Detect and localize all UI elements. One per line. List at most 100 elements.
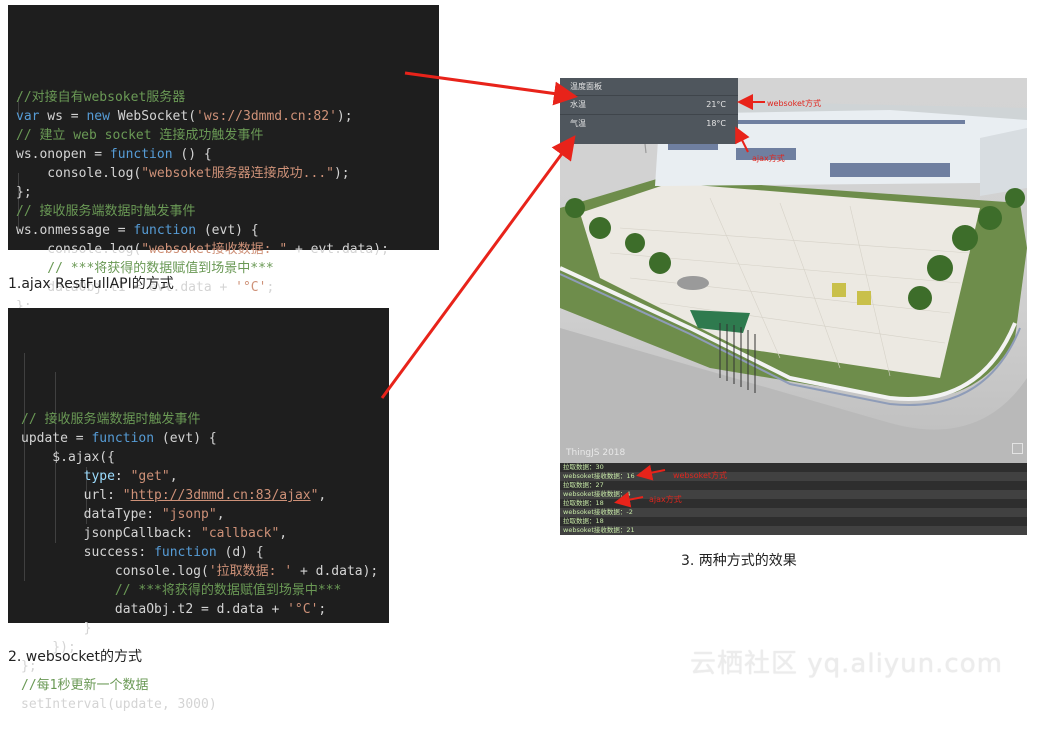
code-string: "websoket接收数据: " bbox=[141, 242, 288, 257]
code-text: dataType: bbox=[21, 507, 162, 522]
code-text: $.ajax({ bbox=[21, 450, 115, 465]
code-text: ); bbox=[333, 166, 350, 181]
watermark: 云栖社区 yq.aliyun.com bbox=[690, 649, 1003, 679]
code-text: console.log( bbox=[16, 166, 142, 181]
forklift bbox=[857, 291, 871, 305]
code-text: success: bbox=[21, 545, 155, 560]
panel-row-value: 18°C bbox=[706, 119, 726, 128]
code-line: }; bbox=[16, 183, 439, 202]
fullscreen-icon[interactable] bbox=[1012, 443, 1023, 454]
code-text: (d) { bbox=[216, 545, 264, 560]
code-comment: // 接收服务端数据时触发事件 bbox=[16, 204, 196, 219]
code-line: update = function (evt) { bbox=[21, 429, 389, 448]
code-lines: // 接收服务端数据时触发事件 update = function (evt) {… bbox=[21, 410, 389, 714]
code-string: 'ws://3dmmd.cn:82' bbox=[196, 109, 337, 124]
code-keyword: function bbox=[91, 431, 155, 446]
code-text: WebSocket( bbox=[109, 109, 197, 124]
code-line: dataObj.t2 = d.data + '°C'; bbox=[21, 600, 389, 619]
code-string: "websoket服务器连接成功..." bbox=[141, 166, 334, 181]
log-row: websoket接收数据：4 bbox=[560, 490, 1027, 499]
code-string: "get" bbox=[130, 469, 170, 484]
code-line: success: function (d) { bbox=[21, 543, 389, 562]
code-line: } bbox=[21, 619, 389, 638]
code-text: ; bbox=[318, 602, 327, 617]
code-keyword: var bbox=[16, 109, 40, 124]
temperature-panel: 温度面板 水温 21°C 气温 18°C bbox=[560, 78, 738, 144]
code-string[interactable]: http://3dmmd.cn:83/ajax bbox=[131, 488, 311, 503]
code-string: "callback" bbox=[201, 526, 280, 541]
code-text: ; bbox=[266, 280, 275, 295]
code-block-ajax: // 接收服务端数据时触发事件 update = function (evt) {… bbox=[8, 308, 389, 712]
code-text: , bbox=[216, 507, 225, 522]
code-block-websocket: //对接自有websoket服务器 var ws = new WebSocket(… bbox=[8, 5, 439, 314]
code-line: dataType: "jsonp", bbox=[21, 505, 389, 524]
log-row: websoket接收数据：16 bbox=[560, 472, 1027, 481]
code-text: }; bbox=[16, 185, 32, 200]
annotation-websocket: websoket方式 bbox=[767, 99, 822, 108]
scene-screenshot: 温度面板 水温 21°C 气温 18°C websoket方式 ajax方式 T… bbox=[560, 78, 1027, 535]
code-text: : bbox=[114, 469, 131, 484]
forklift bbox=[832, 283, 846, 297]
annotation-ajax: ajax方式 bbox=[752, 154, 785, 163]
code-line: console.log("websoket接收数据: " + evt.data)… bbox=[16, 240, 439, 259]
code-line: //每1秒更新一个数据 bbox=[21, 676, 389, 695]
code-keyword: function bbox=[109, 147, 173, 162]
code-text: ); bbox=[336, 109, 353, 124]
code-line: setInterval(update, 3000) bbox=[21, 695, 389, 714]
panel-row-value: 21°C bbox=[706, 100, 726, 109]
code-text: , bbox=[279, 526, 288, 541]
code-line: $.ajax({ bbox=[21, 448, 389, 467]
code-line: console.log("websoket服务器连接成功..."); bbox=[16, 164, 439, 183]
log-annotation-websocket: websoket方式 bbox=[673, 471, 728, 480]
code-text: , bbox=[169, 469, 178, 484]
code-text: (evt) { bbox=[154, 431, 217, 446]
code-text: update = bbox=[21, 431, 92, 446]
caption-ajax: 1.ajax RestFullAPI的方式 bbox=[8, 276, 174, 292]
code-line: jsonpCallback: "callback", bbox=[21, 524, 389, 543]
code-text: , bbox=[318, 488, 327, 503]
panel-row-label: 水温 bbox=[570, 100, 586, 109]
code-string: '°C' bbox=[287, 602, 319, 617]
panel-row-label: 气温 bbox=[570, 119, 586, 128]
code-string: " bbox=[122, 488, 131, 503]
car bbox=[677, 276, 709, 290]
code-keyword: new bbox=[86, 109, 110, 124]
code-string: '拉取数据: ' bbox=[208, 564, 293, 579]
code-line: // 接收服务端数据时触发事件 bbox=[16, 202, 439, 221]
code-text: + d.data); bbox=[292, 564, 379, 579]
code-line: type: "get", bbox=[21, 467, 389, 486]
code-string: '°C' bbox=[235, 280, 267, 295]
code-line: // ***将获得的数据赋值到场景中*** bbox=[21, 581, 389, 600]
code-keyword: function bbox=[133, 223, 197, 238]
code-text: url: bbox=[21, 488, 123, 503]
code-comment: //每1秒更新一个数据 bbox=[21, 678, 149, 693]
code-text: console.log( bbox=[16, 242, 142, 257]
code-text: () { bbox=[172, 147, 212, 162]
code-text: ws.onopen = bbox=[16, 147, 110, 162]
caption-effect: 3. 两种方式的效果 bbox=[681, 553, 797, 569]
3d-viewport[interactable]: 温度面板 水温 21°C 气温 18°C websoket方式 ajax方式 T… bbox=[560, 78, 1027, 463]
panel-row-air-temp: 气温 18°C bbox=[560, 115, 738, 133]
plaza-floor bbox=[580, 183, 980, 378]
code-line: // 建立 web socket 连接成功触发事件 bbox=[16, 126, 439, 145]
code-comment: // 建立 web socket 连接成功触发事件 bbox=[16, 128, 264, 143]
code-keyword: function bbox=[154, 545, 217, 560]
code-text: } bbox=[21, 621, 92, 636]
log-row: websoket接收数据：21 bbox=[560, 526, 1027, 535]
code-line: var ws = new WebSocket('ws://3dmmd.cn:82… bbox=[16, 107, 439, 126]
log-row: websoket接收数据：-2 bbox=[560, 508, 1027, 517]
code-line: // 接收服务端数据时触发事件 bbox=[21, 410, 389, 429]
code-text: console.log( bbox=[21, 564, 209, 579]
console-log-panel: 拉取数据：30 websoket接收数据：16 拉取数据：27 websoket… bbox=[560, 463, 1027, 535]
code-property: type bbox=[21, 469, 115, 484]
log-row: 拉取数据：30 bbox=[560, 463, 1027, 472]
log-row: 拉取数据：18 bbox=[560, 517, 1027, 526]
code-text: setInterval(update, 3000) bbox=[21, 697, 217, 712]
code-line: ws.onopen = function () { bbox=[16, 145, 439, 164]
code-comment: //对接自有websoket服务器 bbox=[16, 90, 186, 105]
panel-title: 温度面板 bbox=[560, 78, 738, 96]
code-text: ws.onmessage = bbox=[16, 223, 134, 238]
log-row: 拉取数据：27 bbox=[560, 481, 1027, 490]
code-line: ws.onmessage = function (evt) { bbox=[16, 221, 439, 240]
log-annotation-ajax: ajax方式 bbox=[649, 495, 682, 504]
